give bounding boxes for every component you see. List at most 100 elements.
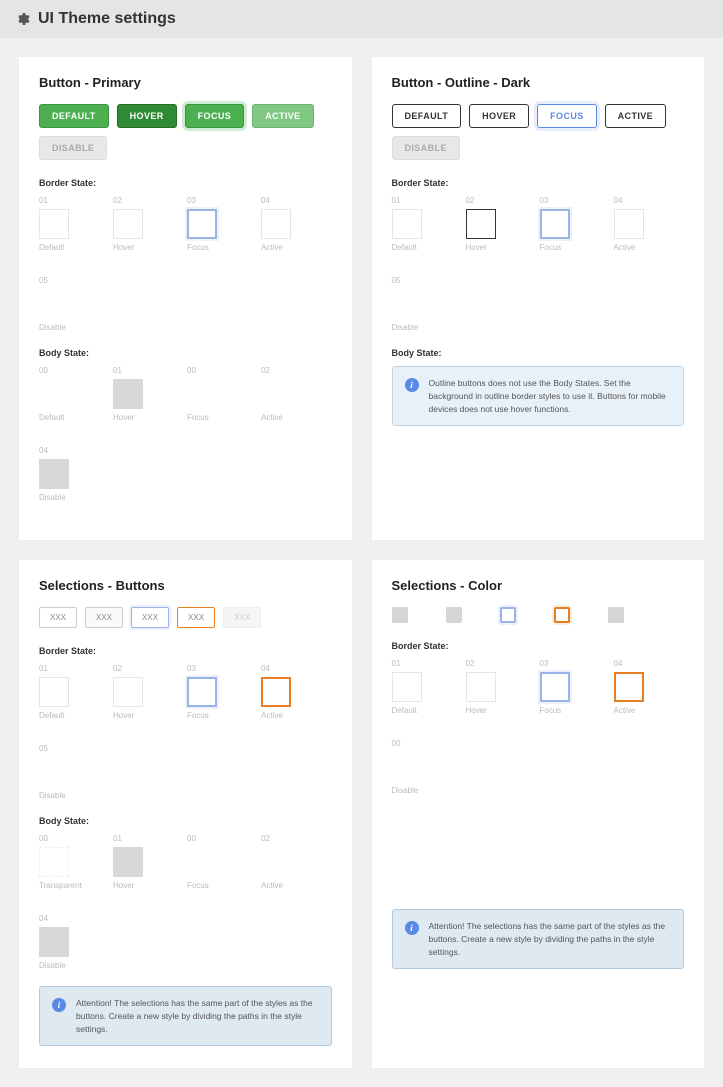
state-swatch[interactable] <box>39 459 69 489</box>
state-swatch[interactable] <box>466 672 496 702</box>
state-swatch <box>261 379 291 409</box>
body-state-item: 02 Active <box>261 366 311 422</box>
card-title: Button - Outline - Dark <box>392 75 685 90</box>
card-button-outline-dark: Button - Outline - Dark DEFAULT HOVER FO… <box>371 56 706 541</box>
state-swatch[interactable] <box>614 209 644 239</box>
border-state-item: 04 Active <box>261 664 311 720</box>
state-swatch[interactable] <box>392 672 422 702</box>
state-number: 04 <box>39 914 89 923</box>
state-swatch[interactable] <box>113 677 143 707</box>
state-swatch[interactable] <box>39 677 69 707</box>
primary-disable-button: DISABLE <box>39 136 107 160</box>
info-alert: i Outline buttons does not use the Body … <box>392 366 685 426</box>
state-label: Active <box>261 413 311 422</box>
selection-hover[interactable]: XXX <box>85 607 123 628</box>
state-number: 00 <box>39 366 89 375</box>
state-label: Disable <box>39 323 89 332</box>
border-state-item: 01 Default <box>39 196 89 252</box>
cards-grid: Button - Primary DEFAULT HOVER FOCUS ACT… <box>0 38 723 1087</box>
border-state-item: 02 Hover <box>113 664 163 720</box>
state-swatch[interactable] <box>540 672 570 702</box>
state-swatch[interactable] <box>392 209 422 239</box>
state-number: 00 <box>187 366 237 375</box>
state-swatch <box>261 847 291 877</box>
border-state-item: 01 Default <box>39 664 89 720</box>
state-number: 05 <box>392 276 442 285</box>
state-swatch[interactable] <box>261 677 291 707</box>
outline-focus-button[interactable]: FOCUS <box>537 104 597 128</box>
state-number: 05 <box>39 276 89 285</box>
info-alert: i Attention! The selections has the same… <box>39 986 332 1046</box>
border-state-item: 00 Disable <box>392 739 442 795</box>
state-swatch[interactable] <box>614 672 644 702</box>
state-swatch[interactable] <box>187 677 217 707</box>
state-number: 02 <box>466 659 516 668</box>
body-state-label: Body State: <box>392 348 685 358</box>
state-label: Hover <box>466 243 516 252</box>
state-swatch[interactable] <box>466 209 496 239</box>
state-swatch[interactable] <box>187 209 217 239</box>
outline-active-button[interactable]: ACTIVE <box>605 104 666 128</box>
button-row: DEFAULT HOVER FOCUS ACTIVE DISABLE <box>392 104 685 160</box>
state-number: 01 <box>113 834 163 843</box>
border-state-label: Border State: <box>392 641 685 651</box>
state-label: Active <box>261 881 311 890</box>
state-swatch[interactable] <box>540 209 570 239</box>
body-state-item: 00 Focus <box>187 366 237 422</box>
border-state-item: 02 Hover <box>113 196 163 252</box>
state-swatch <box>187 379 217 409</box>
state-label: Focus <box>540 706 590 715</box>
state-label: Active <box>614 706 664 715</box>
state-number: 00 <box>39 834 89 843</box>
primary-hover-button[interactable]: HOVER <box>117 104 177 128</box>
selection-focus[interactable]: XXX <box>131 607 169 628</box>
state-label: Focus <box>187 413 237 422</box>
outline-hover-button[interactable]: HOVER <box>469 104 529 128</box>
border-state-label: Border State: <box>392 178 685 188</box>
border-state-item: 05 Disable <box>39 276 89 332</box>
state-number: 04 <box>39 446 89 455</box>
state-swatch[interactable] <box>261 209 291 239</box>
state-number: 03 <box>187 196 237 205</box>
state-swatch[interactable] <box>39 209 69 239</box>
selection-active[interactable]: XXX <box>177 607 215 628</box>
body-state-item: 04 Disable <box>39 914 89 970</box>
outline-default-button[interactable]: DEFAULT <box>392 104 462 128</box>
state-label: Disable <box>392 786 442 795</box>
state-swatch[interactable] <box>113 847 143 877</box>
body-state-item: 00 Transparent <box>39 834 89 890</box>
state-label: Focus <box>540 243 590 252</box>
state-label: Disable <box>39 961 89 970</box>
state-label: Focus <box>187 881 237 890</box>
state-swatch <box>39 379 69 409</box>
body-state-row: 00 Default 01 Hover 00 Focus 02 Active 0… <box>39 366 332 502</box>
state-label: Default <box>39 243 89 252</box>
state-number: 01 <box>392 196 442 205</box>
state-swatch[interactable] <box>39 927 69 957</box>
selection-row: XXX XXX XXX XXX XXX <box>39 607 332 628</box>
color-swatch-active[interactable] <box>554 607 570 623</box>
alert-text: Attention! The selections has the same p… <box>76 997 319 1035</box>
primary-focus-button[interactable]: FOCUS <box>185 104 245 128</box>
state-label: Default <box>39 711 89 720</box>
primary-default-button[interactable]: DEFAULT <box>39 104 109 128</box>
state-label: Transparent <box>39 881 89 890</box>
state-swatch[interactable] <box>113 209 143 239</box>
body-state-label: Body State: <box>39 348 332 358</box>
state-swatch <box>187 847 217 877</box>
state-number: 05 <box>39 744 89 753</box>
selection-default[interactable]: XXX <box>39 607 77 628</box>
body-state-item: 02 Active <box>261 834 311 890</box>
state-swatch[interactable] <box>113 379 143 409</box>
state-swatch[interactable] <box>39 847 69 877</box>
border-state-row: 01 Default 02 Hover 03 Focus 04 Active 0… <box>392 659 685 795</box>
color-swatch-focus[interactable] <box>500 607 516 623</box>
state-number: 02 <box>261 834 311 843</box>
alert-text: Outline buttons does not use the Body St… <box>429 377 672 415</box>
state-label: Hover <box>113 881 163 890</box>
state-label: Default <box>392 243 442 252</box>
color-swatch-default[interactable] <box>392 607 408 623</box>
state-number: 04 <box>614 659 664 668</box>
color-swatch-hover[interactable] <box>446 607 462 623</box>
primary-active-button[interactable]: ACTIVE <box>252 104 313 128</box>
